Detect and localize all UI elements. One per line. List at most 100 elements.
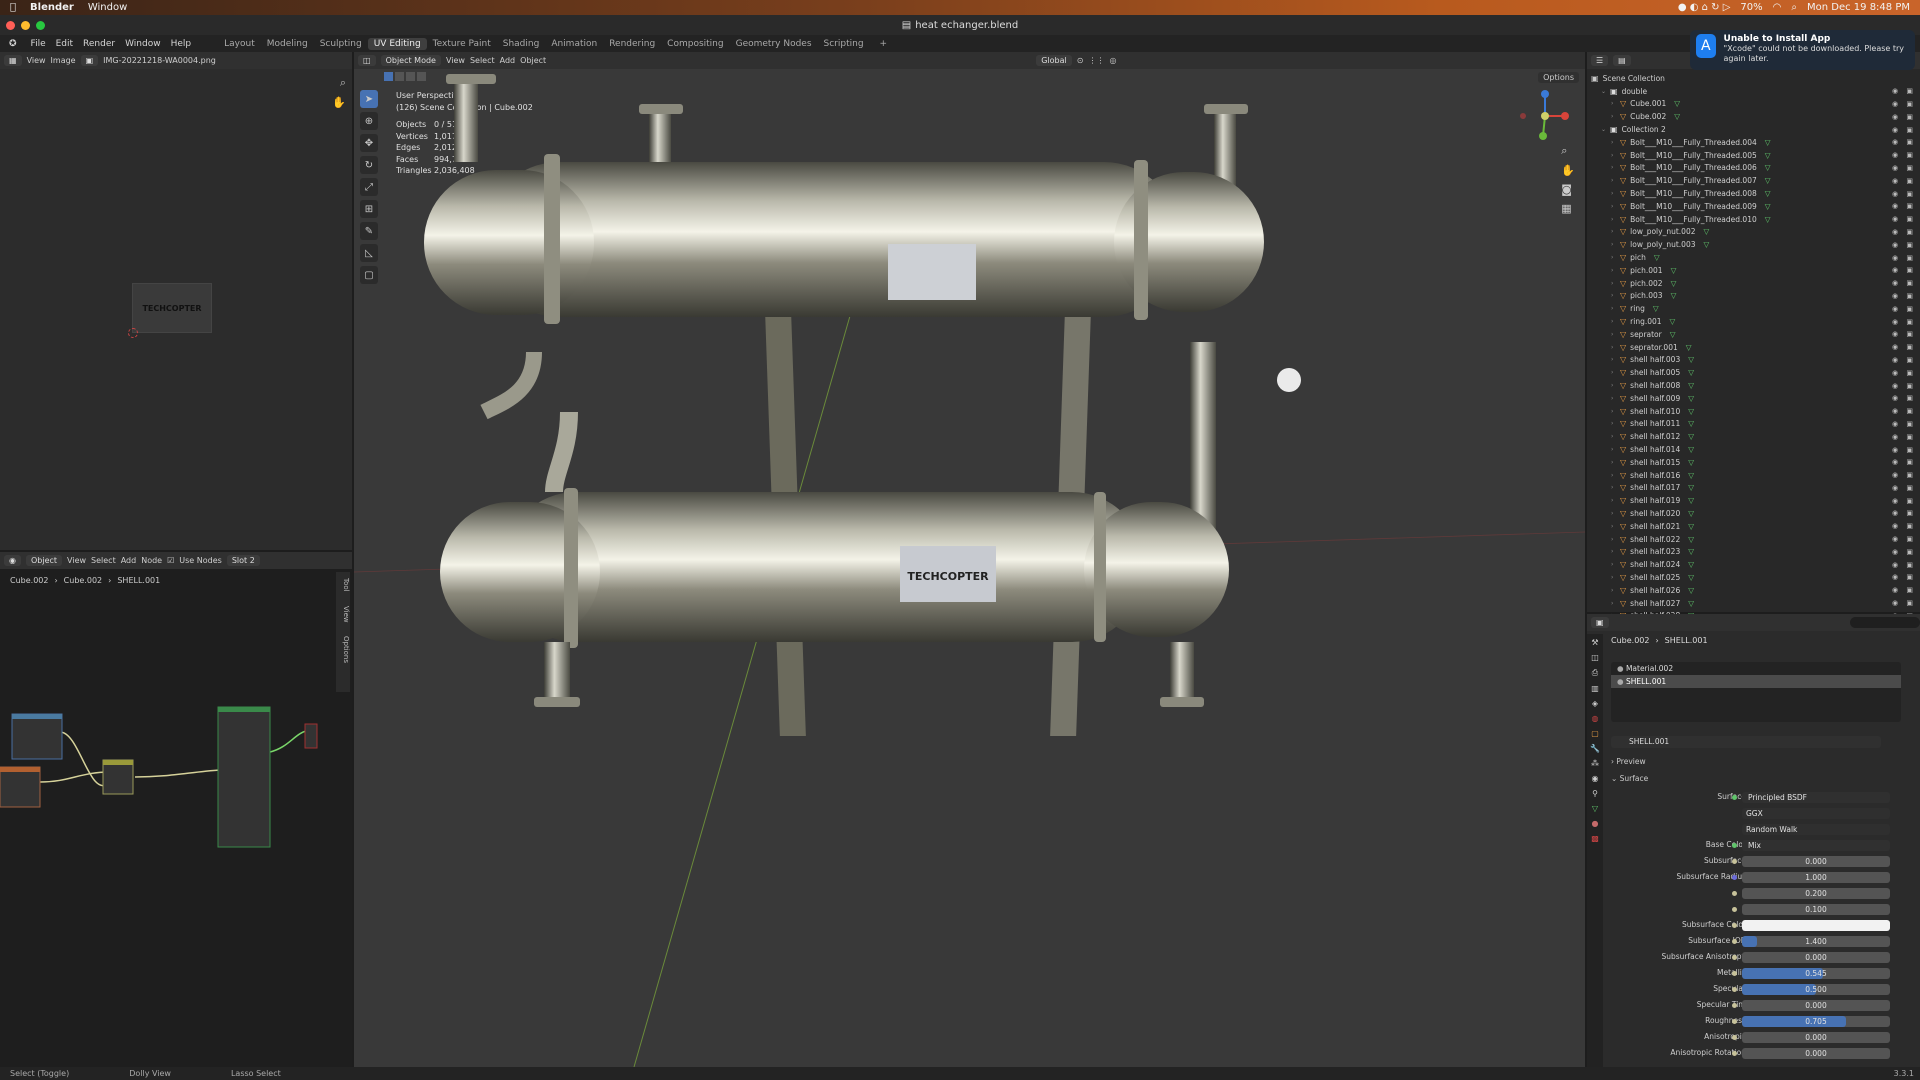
- scene-tab-icon[interactable]: ◈: [1592, 699, 1598, 708]
- tab-options[interactable]: Options: [336, 636, 350, 663]
- outliner-object[interactable]: › ▽ pich.002 ▽ ◉ ▣: [1591, 277, 1920, 290]
- visibility-toggle-icon[interactable]: ◉ ▣: [1892, 215, 1916, 223]
- mesh-data-icon[interactable]: ▽: [1671, 291, 1677, 300]
- visibility-toggle-icon[interactable]: ◉ ▣: [1892, 509, 1916, 517]
- socket-icon[interactable]: [1732, 1035, 1737, 1040]
- mesh-data-icon[interactable]: ▽: [1688, 445, 1694, 454]
- property-field[interactable]: Mix: [1742, 840, 1890, 851]
- mesh-data-icon[interactable]: ▽: [1674, 112, 1680, 121]
- editor-type-icon[interactable]: ▦: [4, 55, 22, 66]
- expand-toggle-icon[interactable]: ›: [1611, 433, 1620, 440]
- visibility-toggle-icon[interactable]: ◉ ▣: [1892, 586, 1916, 594]
- property-field[interactable]: 0.100: [1742, 904, 1890, 915]
- outliner-object[interactable]: › ▽ seprator ▽ ◉ ▣: [1591, 328, 1920, 341]
- mesh-data-icon[interactable]: ▽: [1688, 381, 1694, 390]
- outliner-object[interactable]: › ▽ shell half.025 ▽ ◉ ▣: [1591, 571, 1920, 584]
- expand-toggle-icon[interactable]: ›: [1611, 292, 1620, 299]
- workspace-tab-sculpting[interactable]: Sculpting: [314, 38, 368, 50]
- visibility-toggle-icon[interactable]: ◉ ▣: [1892, 318, 1916, 326]
- expand-toggle-icon[interactable]: ›: [1611, 152, 1620, 159]
- mesh-data-icon[interactable]: ▽: [1688, 496, 1694, 505]
- mesh-data-icon[interactable]: ▽: [1688, 458, 1694, 467]
- outliner-object[interactable]: › ▽ low_poly_nut.003 ▽ ◉ ▣: [1591, 238, 1920, 251]
- expand-toggle-icon[interactable]: ›: [1611, 216, 1620, 223]
- world-tab-icon[interactable]: ◍: [1592, 714, 1599, 723]
- mesh-data-icon[interactable]: ▽: [1686, 343, 1692, 352]
- outliner-object[interactable]: › ▽ shell half.011 ▽ ◉ ▣: [1591, 418, 1920, 431]
- expand-toggle-icon[interactable]: ›: [1611, 228, 1620, 235]
- socket-icon[interactable]: [1732, 843, 1737, 848]
- socket-icon[interactable]: [1732, 875, 1737, 880]
- visibility-toggle-icon[interactable]: ◉ ▣: [1892, 433, 1916, 441]
- outliner-object[interactable]: › ▽ ring ▽ ◉ ▣: [1591, 302, 1920, 315]
- expand-toggle-icon[interactable]: ›: [1611, 241, 1620, 248]
- outliner-object[interactable]: › ▽ low_poly_nut.002 ▽ ◉ ▣: [1591, 226, 1920, 239]
- visibility-toggle-icon[interactable]: ◉ ▣: [1892, 382, 1916, 390]
- visibility-toggle-icon[interactable]: ◉ ▣: [1892, 241, 1916, 249]
- expand-toggle-icon[interactable]: ›: [1611, 344, 1620, 351]
- outliner-object[interactable]: › ▽ shell half.012 ▽ ◉ ▣: [1591, 430, 1920, 443]
- expand-toggle-icon[interactable]: ›: [1611, 369, 1620, 376]
- physics-tab-icon[interactable]: ◉: [1592, 774, 1599, 783]
- socket-icon[interactable]: [1732, 1019, 1737, 1024]
- workspace-tab-uv-editing[interactable]: UV Editing: [367, 37, 427, 50]
- outliner-object[interactable]: › ▽ Bolt___M10___Fully_Threaded.005 ▽ ◉ ▣: [1591, 149, 1920, 162]
- outliner-object[interactable]: › ▽ shell half.016 ▽ ◉ ▣: [1591, 469, 1920, 482]
- visibility-toggle-icon[interactable]: ◉ ▣: [1892, 190, 1916, 198]
- mesh-data-icon[interactable]: ▽: [1688, 419, 1694, 428]
- outliner-object[interactable]: › ▽ shell half.010 ▽ ◉ ▣: [1591, 405, 1920, 418]
- outliner-object[interactable]: › ▽ shell half.003 ▽ ◉ ▣: [1591, 354, 1920, 367]
- visibility-toggle-icon[interactable]: ◉ ▣: [1892, 471, 1916, 479]
- minimize-window-button[interactable]: [21, 21, 30, 30]
- visibility-toggle-icon[interactable]: ◉ ▣: [1892, 573, 1916, 581]
- visibility-toggle-icon[interactable]: ◉ ▣: [1892, 394, 1916, 402]
- visibility-toggle-icon[interactable]: ◉ ▣: [1892, 497, 1916, 505]
- socket-icon[interactable]: [1732, 971, 1737, 976]
- mesh-data-icon[interactable]: ▽: [1688, 535, 1694, 544]
- expand-toggle-icon[interactable]: ›: [1611, 190, 1620, 197]
- menu-help[interactable]: Help: [166, 38, 197, 50]
- visibility-toggle-icon[interactable]: ◉ ▣: [1892, 138, 1916, 146]
- expand-toggle-icon[interactable]: ›: [1611, 318, 1620, 325]
- notification-toast[interactable]: A Unable to Install App "Xcode" could no…: [1690, 30, 1915, 70]
- mesh-data-icon[interactable]: ▽: [1688, 560, 1694, 569]
- workspace-tab-modeling[interactable]: Modeling: [261, 38, 314, 50]
- node-menu-node[interactable]: Node: [141, 556, 162, 565]
- outliner-object[interactable]: › ▽ pich.003 ▽ ◉ ▣: [1591, 290, 1920, 303]
- image-browse-icon[interactable]: ▣: [80, 55, 99, 66]
- outliner-object[interactable]: › ▽ Bolt___M10___Fully_Threaded.004 ▽ ◉ ▣: [1591, 136, 1920, 149]
- outliner-object[interactable]: › ▽ Bolt___M10___Fully_Threaded.008 ▽ ◉ ▣: [1591, 187, 1920, 200]
- tool-tab-icon[interactable]: ⚒: [1591, 638, 1598, 647]
- expand-toggle-icon[interactable]: ›: [1611, 382, 1620, 389]
- expand-toggle-icon[interactable]: ⌄: [1601, 126, 1610, 133]
- outliner-object[interactable]: › ▽ shell half.005 ▽ ◉ ▣: [1591, 366, 1920, 379]
- expand-toggle-icon[interactable]: ›: [1611, 497, 1620, 504]
- property-field[interactable]: 0.000: [1742, 1032, 1890, 1043]
- outliner-object[interactable]: › ▽ Bolt___M10___Fully_Threaded.009 ▽ ◉ ▣: [1591, 200, 1920, 213]
- socket-icon[interactable]: [1732, 955, 1737, 960]
- expand-toggle-icon[interactable]: ›: [1611, 113, 1620, 120]
- visibility-toggle-icon[interactable]: ◉ ▣: [1892, 548, 1916, 556]
- socket-icon[interactable]: [1732, 1003, 1737, 1008]
- 3d-viewport[interactable]: ◫ Object Mode View Select Add Object Glo…: [354, 52, 1585, 1067]
- blender-logo-icon[interactable]: ✪: [4, 38, 22, 50]
- workspace-tab-shading[interactable]: Shading: [497, 38, 546, 50]
- expand-toggle-icon[interactable]: ›: [1611, 356, 1620, 363]
- mesh-data-icon[interactable]: ▽: [1688, 522, 1694, 531]
- mesh-data-icon[interactable]: ▽: [1670, 317, 1676, 326]
- properties-search-input[interactable]: [1850, 617, 1920, 628]
- mesh-data-icon[interactable]: ▽: [1703, 227, 1709, 236]
- visibility-toggle-icon[interactable]: ◉ ▣: [1892, 177, 1916, 185]
- property-field[interactable]: 0.000: [1742, 1048, 1890, 1059]
- outliner-object[interactable]: › ▽ pich.001 ▽ ◉ ▣: [1591, 264, 1920, 277]
- image-name-field[interactable]: IMG-20221218-WA0004.png: [103, 56, 216, 65]
- workspace-tab-texture-paint[interactable]: Texture Paint: [427, 38, 497, 50]
- menu-window[interactable]: Window: [120, 38, 166, 50]
- socket-icon[interactable]: [1732, 891, 1737, 896]
- mesh-data-icon[interactable]: ▽: [1671, 279, 1677, 288]
- wifi-icon[interactable]: ◠: [1773, 2, 1782, 13]
- mesh-data-icon[interactable]: ▽: [1688, 586, 1694, 595]
- material-name-field[interactable]: SHELL.001: [1629, 737, 1669, 746]
- slot-dropdown[interactable]: Slot 2: [226, 555, 260, 566]
- mesh-data-icon[interactable]: ▽: [1688, 547, 1694, 556]
